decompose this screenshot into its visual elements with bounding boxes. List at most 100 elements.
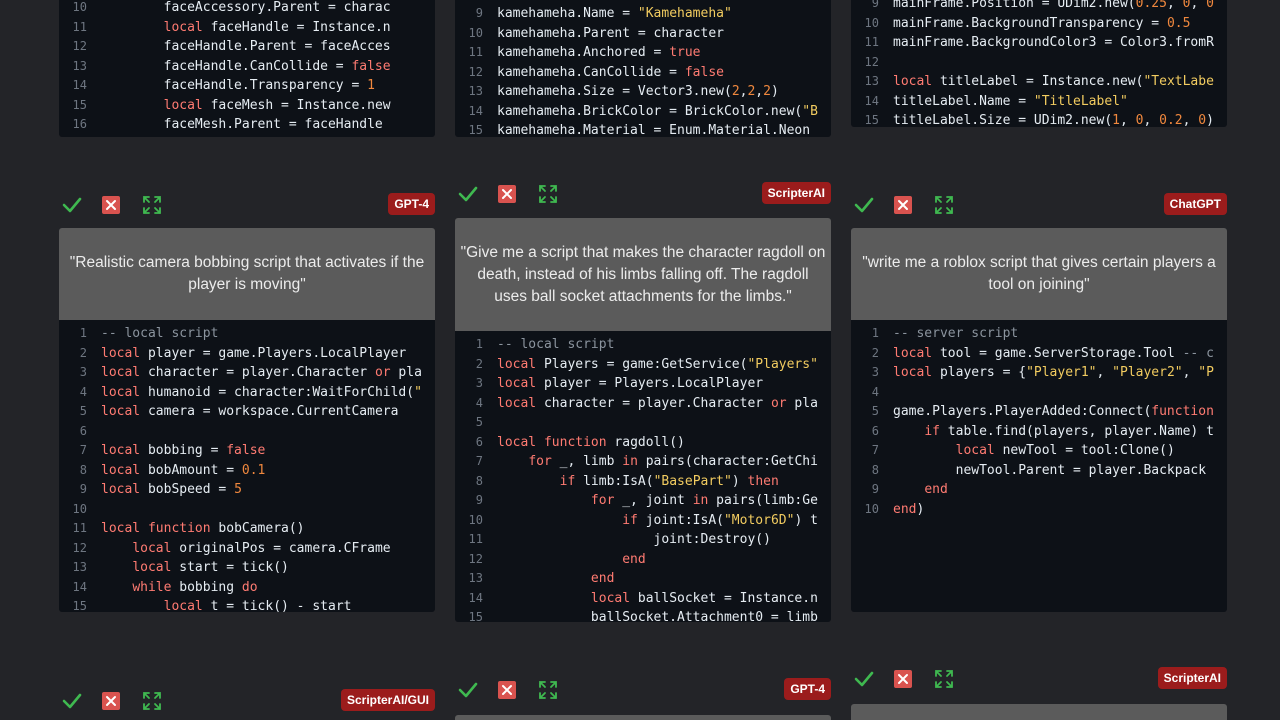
line-number: 5 bbox=[79, 404, 87, 418]
line-number: 14 bbox=[864, 93, 879, 108]
expand-icon[interactable] bbox=[933, 668, 955, 690]
line-number: 13 bbox=[72, 58, 87, 73]
code-line: 2 local tool = game.ServerStorage.Tool --… bbox=[851, 344, 1227, 364]
code-text: local start = tick() bbox=[132, 560, 289, 575]
code-text: for _, limb in pairs(character:GetChi bbox=[528, 454, 818, 469]
code-line: 12 local originalPos = camera.CFrame bbox=[59, 539, 435, 559]
reject-x-icon[interactable] bbox=[100, 690, 122, 712]
code-text: -- local script bbox=[497, 337, 615, 352]
line-number: 10 bbox=[468, 512, 483, 527]
reject-x-icon[interactable] bbox=[496, 183, 518, 205]
model-badge: ScripterAI bbox=[1157, 667, 1227, 689]
code-text: game.Players.PlayerAdded:Connect(functio… bbox=[893, 404, 1214, 419]
code-text: local t = tick() - start bbox=[163, 599, 352, 612]
code-text: local player = Players.LocalPlayer bbox=[497, 376, 764, 391]
line-number: 15 bbox=[468, 123, 483, 137]
code-text: kamehameha.Material = Enum.Material.Neon bbox=[497, 123, 811, 137]
line-number: 3 bbox=[475, 376, 483, 390]
comparison-card-5: GPT-4 bbox=[455, 677, 831, 720]
reject-x-icon[interactable] bbox=[892, 668, 914, 690]
comparison-card-6: ScripterAI bbox=[851, 666, 1227, 720]
code-line: 10 end) bbox=[851, 500, 1227, 520]
code-line: 10 mainFrame.BackgroundTransparency = 0.5 bbox=[851, 14, 1227, 34]
code-lines: 1 -- server script 2 local tool = game.Serv… bbox=[851, 324, 1227, 519]
card-toolbar: ScripterAI bbox=[455, 182, 831, 212]
code-text: local player = game.Players.LocalPlayer bbox=[101, 345, 407, 361]
code-line: 11 local function bobCamera() bbox=[59, 519, 435, 539]
reject-x-icon[interactable] bbox=[892, 194, 914, 216]
check-icon[interactable] bbox=[61, 194, 83, 216]
code-text: faceMesh.Parent = faceHandle bbox=[101, 117, 383, 132]
line-number: 15 bbox=[72, 599, 87, 612]
code-text: kamehameha.BrickColor = BrickColor.new("… bbox=[497, 103, 818, 119]
check-icon[interactable] bbox=[457, 183, 479, 205]
code-text: for _, joint in pairs(limb:Ge bbox=[590, 493, 818, 508]
card-toolbar: ChatGPT bbox=[851, 192, 1227, 222]
code-line: 9 mainFrame.Position = UDim2.new(0.25, 0,… bbox=[851, 0, 1227, 14]
code-text: local Players = game:GetService("Players… bbox=[497, 356, 818, 372]
model-badge: ScripterAI bbox=[761, 182, 831, 204]
code-text: kamehameha.Parent = character bbox=[497, 25, 724, 41]
code-text: titleLabel.Name = "TitleLabel" bbox=[893, 93, 1128, 109]
code-text: kamehameha.Size = Vector3.new(2,2,2) bbox=[497, 84, 779, 99]
code-text: faceAccessory.Parent = charac bbox=[101, 0, 391, 15]
line-number: 8 bbox=[871, 462, 879, 477]
check-icon[interactable] bbox=[457, 679, 479, 701]
expand-icon[interactable] bbox=[933, 194, 955, 216]
expand-icon[interactable] bbox=[537, 183, 559, 205]
line-number: 9 bbox=[475, 6, 483, 20]
code-line: 11 mainFrame.BackgroundColor3 = Color3.fr… bbox=[851, 33, 1227, 53]
code-line: 3 local character = player.Character or p… bbox=[59, 363, 435, 383]
line-number: 14 bbox=[72, 579, 87, 594]
comparison-card-1: GPT-4 "Realistic camera bobbing script t… bbox=[59, 192, 435, 612]
code-line: 10 if joint:IsA("Motor6D") t bbox=[455, 511, 831, 531]
code-line: 9 kamehameha.Name = "Kamehameha" bbox=[455, 4, 831, 24]
line-number: 9 bbox=[475, 493, 483, 507]
check-icon[interactable] bbox=[61, 690, 83, 712]
code-lines: 9 mainFrame.Position = UDim2.new(0.25, 0,… bbox=[851, 0, 1227, 127]
code-text: -- local script bbox=[101, 326, 219, 341]
line-number: 13 bbox=[468, 571, 483, 585]
code-line: 5 local camera = workspace.CurrentCamera bbox=[59, 402, 435, 422]
code-text: if table.find(players, player.Name) t bbox=[924, 423, 1214, 439]
line-number: 4 bbox=[871, 384, 879, 399]
code-line: 9 local bobSpeed = 5 bbox=[59, 480, 435, 500]
check-icon[interactable] bbox=[853, 194, 875, 216]
code-text: local bobbing = false bbox=[101, 443, 266, 458]
line-number: 3 bbox=[79, 365, 87, 379]
check-icon[interactable] bbox=[853, 668, 875, 690]
code-line: 1 -- server script bbox=[851, 324, 1227, 344]
code-text: local function ragdoll() bbox=[497, 434, 685, 450]
code-lines: 10 faceAccessory.Parent = charac 11 local… bbox=[59, 0, 435, 135]
line-number: 1 bbox=[871, 326, 879, 340]
line-number: 11 bbox=[468, 532, 483, 546]
code-panel-top-2: 9 kamehameha.Name = "Kamehameha" 10 kameham… bbox=[455, 0, 831, 137]
line-number: 1 bbox=[475, 337, 483, 351]
code-text: ballSocket.Attachment0 = limb bbox=[497, 610, 818, 622]
code-text: local newTool = tool:Clone() bbox=[955, 443, 1175, 458]
code-line: 12 faceHandle.Parent = faceAcces bbox=[59, 37, 435, 57]
expand-icon[interactable] bbox=[141, 194, 163, 216]
line-number: 8 bbox=[475, 473, 483, 488]
code-line: 1 -- local script bbox=[59, 324, 435, 344]
reject-x-icon[interactable] bbox=[100, 194, 122, 216]
code-text: local bobAmount = 0.1 bbox=[101, 462, 266, 478]
expand-icon[interactable] bbox=[141, 690, 163, 712]
code-text: mainFrame.BackgroundColor3 = Color3.from… bbox=[893, 35, 1214, 50]
card-toolbar: ScripterAI/GUI bbox=[59, 688, 435, 718]
code-text: mainFrame.Position = UDim2.new(0.25, 0, … bbox=[893, 0, 1214, 11]
model-badge: GPT-4 bbox=[388, 193, 435, 215]
code-line: 6 bbox=[59, 422, 435, 442]
code-line: 4 bbox=[851, 383, 1227, 403]
code-text: end bbox=[924, 482, 948, 497]
code-text: kamehameha.CanCollide = false bbox=[497, 64, 724, 80]
reject-x-icon[interactable] bbox=[496, 679, 518, 701]
code-line: 9 end bbox=[851, 480, 1227, 500]
line-number: 14 bbox=[72, 78, 87, 92]
line-number: 16 bbox=[72, 117, 87, 131]
expand-icon[interactable] bbox=[537, 679, 559, 701]
code-text: if joint:IsA("Motor6D") t bbox=[622, 512, 818, 528]
code-line: 13 faceHandle.CanCollide = false bbox=[59, 57, 435, 77]
code-line: 2 local Players = game:GetService("Player… bbox=[455, 355, 831, 375]
line-number: 2 bbox=[871, 345, 879, 360]
